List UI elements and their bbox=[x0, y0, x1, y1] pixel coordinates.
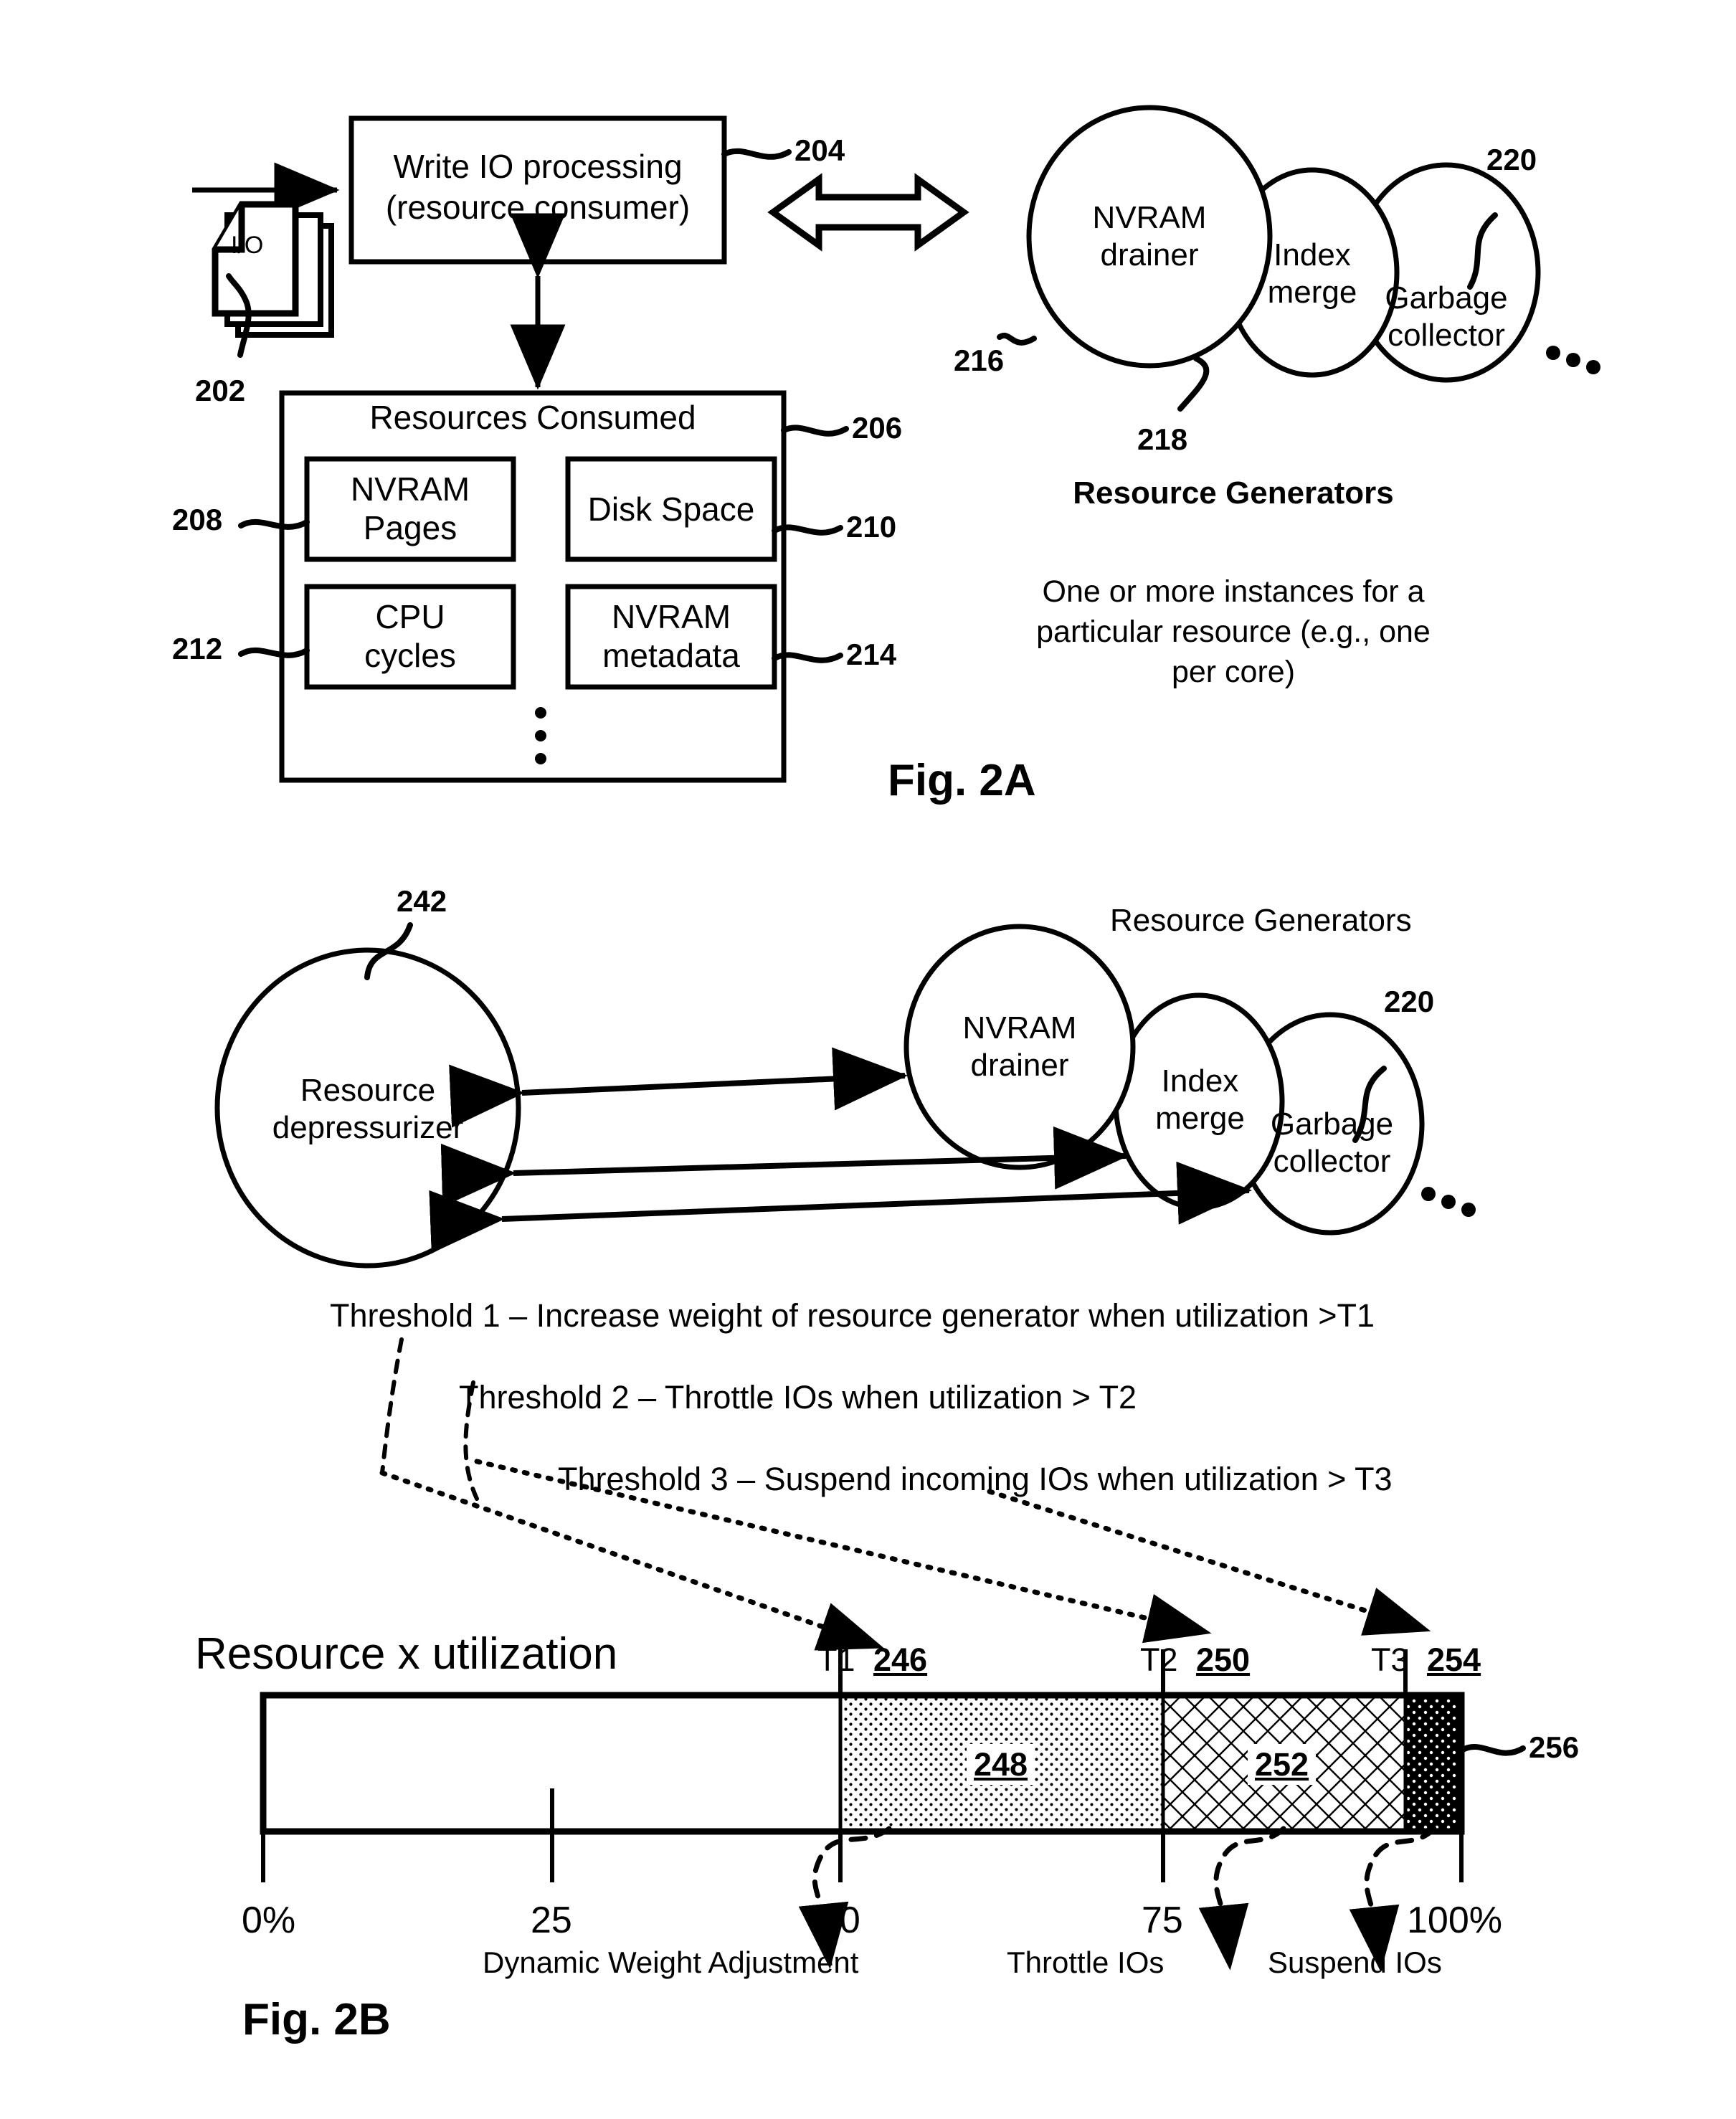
circle-2b-garbage-collector-line1: Garbage bbox=[1270, 1106, 1394, 1142]
callout-suspend: Suspend IOs bbox=[1268, 1945, 1442, 1979]
patent-figure-sheet: I/O 202 Write IO processing (resource co… bbox=[0, 0, 1736, 2119]
threshold-3-text: Threshold 3 – Suspend incoming IOs when … bbox=[558, 1461, 1393, 1497]
axis-tick-1: 25 bbox=[531, 1900, 572, 1941]
resources-consumed-title: Resources Consumed bbox=[369, 399, 696, 436]
circle-2b-nvram-drainer-line1: NVRAM bbox=[962, 1010, 1077, 1046]
resource-item-2-line2: cycles bbox=[364, 637, 456, 674]
zone-suspend bbox=[1405, 1695, 1461, 1831]
fig-2a-label: Fig. 2A bbox=[888, 756, 1036, 805]
circle-index-merge-line1: Index bbox=[1273, 237, 1351, 272]
resource-item-2-line1: CPU bbox=[375, 598, 445, 635]
circle-2b-nvram-drainer-line2: drainer bbox=[970, 1048, 1069, 1083]
fig-2b-label: Fig. 2B bbox=[242, 1995, 391, 2044]
generators-note-line3: per core) bbox=[1171, 655, 1296, 689]
ref-202: 202 bbox=[195, 374, 246, 407]
ref-208: 208 bbox=[172, 503, 223, 536]
generators-heading-2b: Resource Generators bbox=[1110, 903, 1412, 938]
ref-216: 216 bbox=[954, 343, 1005, 377]
axis-tick-0: 0% bbox=[242, 1900, 296, 1941]
consumer-box-line1: Write IO processing bbox=[393, 148, 683, 185]
consumer-box-line2: (resource consumer) bbox=[385, 189, 691, 226]
circle-2b-garbage-collector-line2: collector bbox=[1273, 1144, 1391, 1179]
circle-2b-index-merge-line2: merge bbox=[1155, 1101, 1245, 1136]
generators-note-line1: One or more instances for a bbox=[1042, 574, 1425, 609]
ref-250: 250 bbox=[1196, 1641, 1251, 1678]
resource-generators-heading: Resource Generators bbox=[1073, 475, 1394, 511]
resource-item-3-line1: NVRAM bbox=[611, 598, 731, 635]
ref-254: 254 bbox=[1427, 1641, 1481, 1678]
resource-item-1-line1: Disk Space bbox=[587, 490, 755, 528]
ref-204: 204 bbox=[795, 133, 845, 167]
depressurizer-line2: depressurizer bbox=[272, 1110, 464, 1145]
resource-item-3-line2: metadata bbox=[602, 637, 740, 674]
bar-title: Resource x utilization bbox=[195, 1629, 618, 1679]
ref-246: 246 bbox=[873, 1641, 928, 1678]
threshold-1-text: Threshold 1 – Increase weight of resourc… bbox=[330, 1297, 1375, 1334]
threshold-2-text: Threshold 2 – Throttle IOs when utilizat… bbox=[459, 1379, 1137, 1416]
io-document-stack-icon bbox=[212, 201, 334, 358]
ref-210: 210 bbox=[846, 510, 897, 544]
ref-220-2b: 220 bbox=[1384, 985, 1435, 1018]
ref-242: 242 bbox=[397, 884, 447, 918]
marker-t3-label: T3 bbox=[1371, 1641, 1409, 1678]
io-icon-label: I/O bbox=[231, 232, 264, 259]
marker-t1-label: T1 bbox=[817, 1641, 855, 1678]
callout-dynamic-weight: Dynamic Weight Adjustment bbox=[483, 1945, 859, 1979]
axis-tick-3: 75 bbox=[1142, 1900, 1183, 1941]
depressurizer-line1: Resource bbox=[300, 1073, 436, 1108]
ref-218: 218 bbox=[1137, 422, 1188, 456]
bidirectional-hollow-arrow bbox=[767, 173, 969, 252]
resource-item-0-line2: Pages bbox=[363, 509, 457, 546]
circle-2b-index-merge-line1: Index bbox=[1161, 1063, 1239, 1099]
circle-nvram-drainer-line1: NVRAM bbox=[1092, 200, 1207, 235]
circle-index-merge-line2: merge bbox=[1267, 275, 1357, 310]
marker-t2-label: T2 bbox=[1140, 1641, 1178, 1678]
ref-220: 220 bbox=[1486, 143, 1537, 176]
circle-garbage-collector-line1: Garbage bbox=[1385, 280, 1508, 316]
ref-214: 214 bbox=[846, 637, 897, 671]
axis-tick-2: 50 bbox=[819, 1900, 860, 1941]
ref-248: 248 bbox=[967, 1744, 1035, 1786]
circle-nvram-drainer-line2: drainer bbox=[1100, 237, 1199, 272]
ref-252: 252 bbox=[1248, 1744, 1317, 1786]
callout-throttle: Throttle IOs bbox=[1007, 1945, 1165, 1979]
circle-garbage-collector-line2: collector bbox=[1388, 318, 1505, 353]
generators-note-line2: particular resource (e.g., one bbox=[1036, 615, 1431, 649]
axis-tick-4: 100% bbox=[1407, 1900, 1502, 1941]
ref-256: 256 bbox=[1529, 1730, 1580, 1764]
ref-206: 206 bbox=[852, 411, 903, 445]
resource-item-0-line1: NVRAM bbox=[350, 470, 470, 508]
ref-212: 212 bbox=[172, 632, 223, 665]
